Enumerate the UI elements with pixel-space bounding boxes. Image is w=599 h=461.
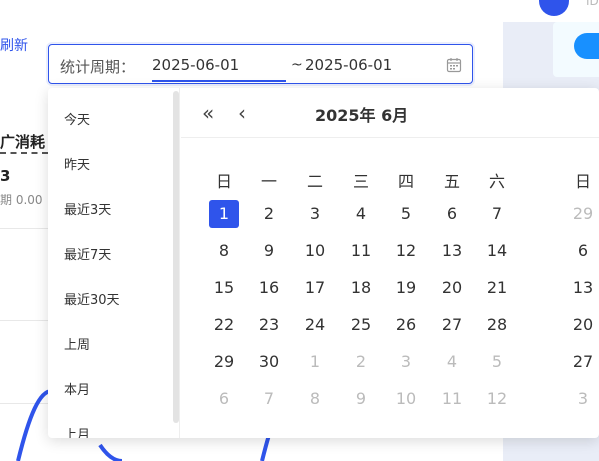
next-month-calendar-day[interactable]: 29 [568, 200, 598, 228]
next-month-calendar-day[interactable]: 3 [568, 385, 598, 413]
calendar-day[interactable]: 30 [254, 348, 284, 376]
calendar-day[interactable]: 12 [391, 237, 421, 265]
user-id-text: ID [586, 0, 599, 8]
calendar-day[interactable]: 12 [482, 385, 512, 413]
calendar-day[interactable]: 5 [482, 348, 512, 376]
preset-last-month[interactable]: 上月 [64, 424, 90, 438]
calendar-day[interactable]: 20 [437, 274, 467, 302]
calendar-day[interactable]: 3 [300, 200, 330, 228]
next-month-calendar-day[interactable]: 27 [568, 348, 598, 376]
calendar-day[interactable]: 4 [346, 200, 376, 228]
date-range-input[interactable]: 统计周期： 2025-06-01 ~ 2025-06-01 [48, 44, 473, 84]
summary-card-compare: 期 0.00 [0, 193, 43, 207]
calendar-day[interactable]: 1 [300, 348, 330, 376]
weekday-header: 四 [397, 172, 414, 191]
calendar-day[interactable]: 8 [209, 237, 239, 265]
calendar-day[interactable]: 9 [346, 385, 376, 413]
prev-month-icon[interactable]: ‹ [238, 101, 246, 125]
weekday-header: 五 [443, 172, 460, 191]
preset-last-3-days[interactable]: 最近3天 [64, 199, 111, 218]
next-month-calendar-day[interactable]: 6 [568, 237, 598, 265]
calendar-day[interactable]: 10 [391, 385, 421, 413]
calendar-day[interactable]: 17 [300, 274, 330, 302]
calendar-day[interactable]: 14 [482, 237, 512, 265]
calendar-day[interactable]: 15 [209, 274, 239, 302]
next-month-calendar-day[interactable]: 20 [568, 311, 598, 339]
user-avatar[interactable] [539, 0, 569, 16]
calendar-day[interactable]: 11 [346, 237, 376, 265]
calendar-day[interactable]: 4 [437, 348, 467, 376]
calendar-day[interactable]: 25 [346, 311, 376, 339]
calendar-month-title: 2025年 6月 [315, 106, 409, 125]
calendar-day[interactable]: 7 [482, 200, 512, 228]
preset-last-week[interactable]: 上周 [64, 334, 90, 353]
calendar-day[interactable]: 11 [437, 385, 467, 413]
calendar-day[interactable]: 6 [209, 385, 239, 413]
calendar-day[interactable]: 24 [300, 311, 330, 339]
weekday-header: 六 [488, 172, 505, 191]
weekday-header: 二 [306, 172, 323, 191]
weekday-header: 日 [215, 172, 232, 191]
calendar-day[interactable]: 19 [391, 274, 421, 302]
right-card-button[interactable] [574, 33, 599, 59]
calendar-day[interactable]: 2 [254, 200, 284, 228]
prev-year-icon[interactable]: « [202, 101, 214, 125]
weekday-header: 一 [260, 172, 277, 191]
calendar-day-selected[interactable]: 1 [209, 200, 239, 228]
calendar-day[interactable]: 29 [209, 348, 239, 376]
preset-list: 今天 昨天 最近3天 最近7天 最近30天 上周 本月 上月 [48, 88, 180, 438]
calendar-day[interactable]: 18 [346, 274, 376, 302]
summary-card-value: 3 [0, 167, 11, 185]
calendar-day[interactable]: 28 [482, 311, 512, 339]
range-separator: ~ [291, 57, 303, 73]
calendar-day[interactable]: 16 [254, 274, 284, 302]
calendar-day[interactable]: 2 [346, 348, 376, 376]
date-picker-dropdown: 今天 昨天 最近3天 最近7天 最近30天 上周 本月 上月 « ‹ 2025年… [48, 88, 599, 438]
calendar-day[interactable]: 22 [209, 311, 239, 339]
range-end-field[interactable]: 2025-06-01 [305, 56, 392, 74]
calendar-day[interactable]: 21 [482, 274, 512, 302]
calendar-day[interactable]: 10 [300, 237, 330, 265]
range-start-field[interactable]: 2025-06-01 [152, 56, 239, 74]
calendar-day[interactable]: 13 [437, 237, 467, 265]
calendar-day[interactable]: 8 [300, 385, 330, 413]
calendar-day[interactable]: 27 [437, 311, 467, 339]
active-field-indicator [152, 80, 286, 82]
preset-this-month[interactable]: 本月 [64, 379, 90, 398]
preset-yesterday[interactable]: 昨天 [64, 154, 90, 173]
next-month-calendar-day[interactable]: 13 [568, 274, 598, 302]
calendar-icon[interactable] [446, 57, 462, 73]
next-month-weekday-header: 日 [574, 172, 591, 191]
summary-card-title: 广消耗 [0, 131, 48, 154]
preset-last-30-days[interactable]: 最近30天 [64, 289, 120, 308]
calendar-day[interactable]: 7 [254, 385, 284, 413]
calendar-day[interactable]: 6 [437, 200, 467, 228]
preset-last-7-days[interactable]: 最近7天 [64, 244, 111, 263]
date-range-label: 统计周期： [60, 58, 136, 76]
weekday-header: 三 [352, 172, 369, 191]
preset-today[interactable]: 今天 [64, 109, 90, 128]
calendar-header: « ‹ 2025年 6月 [181, 88, 599, 138]
calendar-day[interactable]: 5 [391, 200, 421, 228]
top-header: ID [0, 0, 599, 22]
calendar-day[interactable]: 9 [254, 237, 284, 265]
calendar-day[interactable]: 23 [254, 311, 284, 339]
refresh-link[interactable]: 刷新 [0, 35, 28, 55]
calendar-day[interactable]: 3 [391, 348, 421, 376]
preset-scrollbar[interactable] [173, 91, 179, 423]
section-divider [0, 320, 50, 321]
calendar-day[interactable]: 26 [391, 311, 421, 339]
